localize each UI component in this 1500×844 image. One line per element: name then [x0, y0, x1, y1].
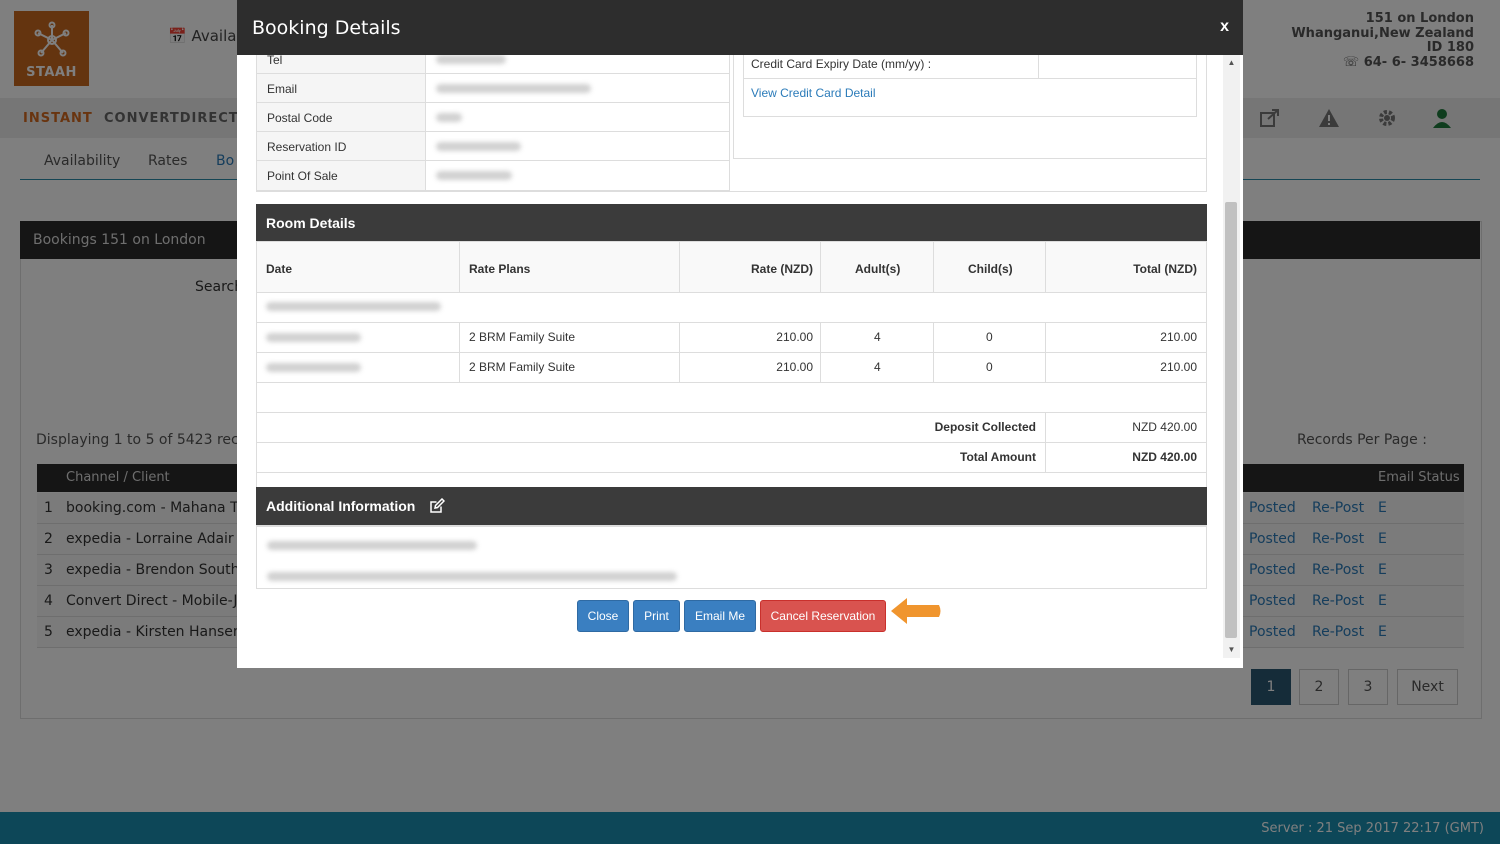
view-credit-card-link[interactable]: View Credit Card Detail [751, 86, 876, 100]
row-rate-plan: 2 BRM Family Suite [469, 330, 576, 344]
modal-scrollbar[interactable]: ▲ ▼ [1223, 55, 1240, 658]
row-total: 210.00 [1160, 360, 1197, 374]
column-date: Date [266, 262, 293, 276]
field-label: Email [267, 82, 298, 96]
field-label: Tel [267, 55, 283, 67]
column-rate-plans: Rate Plans [469, 262, 531, 276]
column-adults: Adult(s) [855, 262, 901, 276]
modal-header: Booking Details x [237, 0, 1243, 55]
row-date-redacted [266, 363, 361, 372]
column-rate: Rate (NZD) [751, 262, 813, 276]
room-details-title: Room Details [266, 215, 356, 231]
additional-info-header: Additional Information [256, 487, 1207, 525]
credit-card-panel: Credit Card Expiry Date (mm/yy) : View C… [733, 55, 1207, 159]
field-value-redacted [436, 142, 521, 151]
deposit-collected-label: Deposit Collected [934, 420, 1036, 434]
total-amount-label: Total Amount [960, 450, 1036, 464]
room-group-label-redacted [266, 302, 441, 311]
modal-close-button[interactable]: x [1220, 18, 1229, 36]
print-button[interactable]: Print [633, 600, 680, 632]
card-expiry-label: Credit Card Expiry Date (mm/yy) : [751, 57, 932, 71]
row-children: 0 [986, 360, 993, 374]
deposit-collected-value: NZD 420.00 [1132, 420, 1197, 434]
scrollbar-thumb[interactable] [1225, 202, 1237, 638]
scroll-down-arrow-icon[interactable]: ▼ [1223, 642, 1240, 658]
row-adults: 4 [874, 330, 881, 344]
scroll-up-arrow-icon[interactable]: ▲ [1223, 55, 1240, 71]
total-amount-value: NZD 420.00 [1132, 450, 1197, 464]
row-total: 210.00 [1160, 330, 1197, 344]
room-table-header: Date Rate Plans Rate (NZD) Adult(s) Chil… [257, 242, 1206, 293]
guest-field-email: Email [256, 74, 730, 103]
guest-field-reservation-id: Reservation ID [256, 132, 730, 161]
field-value-redacted [436, 113, 462, 122]
credit-card-table: Credit Card Expiry Date (mm/yy) : View C… [743, 55, 1197, 117]
additional-info-text-redacted [267, 572, 677, 581]
cancel-reservation-button[interactable]: Cancel Reservation [760, 600, 886, 632]
field-label: Postal Code [267, 111, 333, 125]
column-children: Child(s) [968, 262, 1013, 276]
field-value-redacted [436, 55, 506, 64]
additional-info-text-redacted [267, 541, 477, 550]
modal-title: Booking Details [252, 17, 401, 39]
row-children: 0 [986, 330, 993, 344]
guest-field-postal-code: Postal Code [256, 103, 730, 132]
guest-field-tel: Tel [256, 55, 730, 74]
row-adults: 4 [874, 360, 881, 374]
additional-info-body [256, 525, 1207, 589]
room-details-header: Room Details [256, 204, 1207, 242]
row-rate: 210.00 [776, 360, 813, 374]
row-rate-plan: 2 BRM Family Suite [469, 360, 576, 374]
arrow-left-icon [891, 598, 941, 624]
field-label: Reservation ID [267, 140, 347, 154]
field-value-redacted [436, 84, 591, 93]
edit-icon[interactable] [429, 498, 445, 514]
email-me-button[interactable]: Email Me [684, 600, 756, 632]
close-button[interactable]: Close [577, 600, 629, 632]
card-expiry-row: Credit Card Expiry Date (mm/yy) : [744, 55, 1196, 79]
guest-section-frame [256, 159, 1207, 192]
booking-details-modal: Booking Details x Tel Email Postal Code … [237, 0, 1243, 668]
column-total: Total (NZD) [1133, 262, 1197, 276]
row-date-redacted [266, 333, 361, 342]
room-details-table: Date Rate Plans Rate (NZD) Adult(s) Chil… [256, 241, 1207, 527]
additional-info-title: Additional Information [266, 498, 416, 514]
row-rate: 210.00 [776, 330, 813, 344]
modal-body[interactable]: Tel Email Postal Code Reservation ID Poi… [237, 55, 1243, 668]
